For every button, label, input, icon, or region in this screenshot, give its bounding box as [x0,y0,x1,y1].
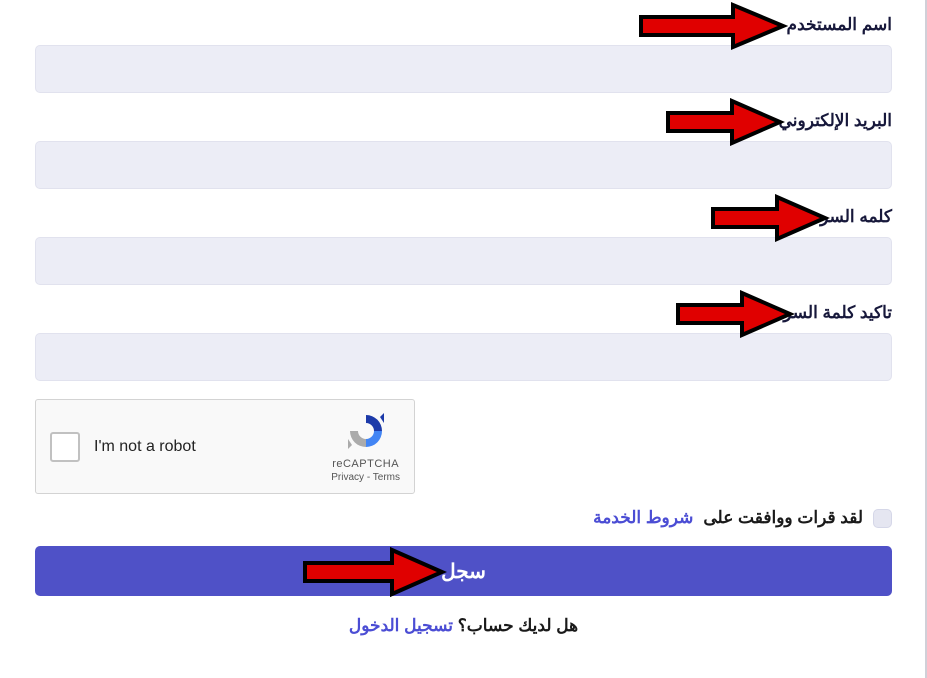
label-confirm-password: تاكيد كلمة السر [35,303,892,323]
form-group-confirm-password: تاكيد كلمة السر [35,303,892,381]
label-username: اسم المستخدم [35,15,892,35]
username-input[interactable] [35,45,892,93]
label-email: البريد الإلكتروني [35,111,892,131]
recaptcha-icon [346,411,386,454]
form-group-username: اسم المستخدم [35,15,892,93]
terms-row: لقد قرات ووافقت على شروط الخدمة [35,508,892,528]
recaptcha-label: I'm not a robot [94,438,323,456]
login-link[interactable]: تسجيل الدخول [349,616,453,635]
confirm-password-input[interactable] [35,333,892,381]
submit-row: سجل [35,546,892,596]
recaptcha-brand-text: reCAPTCHA [332,458,399,470]
email-input[interactable] [35,141,892,189]
have-account-text: هل لديك حساب؟ [458,616,578,635]
terms-checkbox[interactable] [873,509,892,528]
recaptcha-privacy-link[interactable]: Privacy [331,472,364,483]
register-button[interactable]: سجل [35,546,892,596]
recaptcha-box: I'm not a robot reCAPTCHA Privacy - Term… [35,399,415,494]
recaptcha-container: I'm not a robot reCAPTCHA Privacy - Term… [35,399,892,494]
password-input[interactable] [35,237,892,285]
form-group-password: كلمه السر [35,207,892,285]
terms-link[interactable]: شروط الخدمة [593,508,693,528]
label-password: كلمه السر [35,207,892,227]
recaptcha-brand-block: reCAPTCHA Privacy - Terms [331,411,400,483]
form-group-email: البريد الإلكتروني [35,111,892,189]
recaptcha-links: Privacy - Terms [331,472,400,483]
recaptcha-terms-link[interactable]: Terms [373,472,400,483]
bottom-line: هل لديك حساب؟ تسجيل الدخول [35,616,892,636]
recaptcha-link-sep: - [364,472,373,483]
recaptcha-checkbox[interactable] [50,432,80,462]
terms-text: لقد قرات ووافقت على [703,508,863,528]
